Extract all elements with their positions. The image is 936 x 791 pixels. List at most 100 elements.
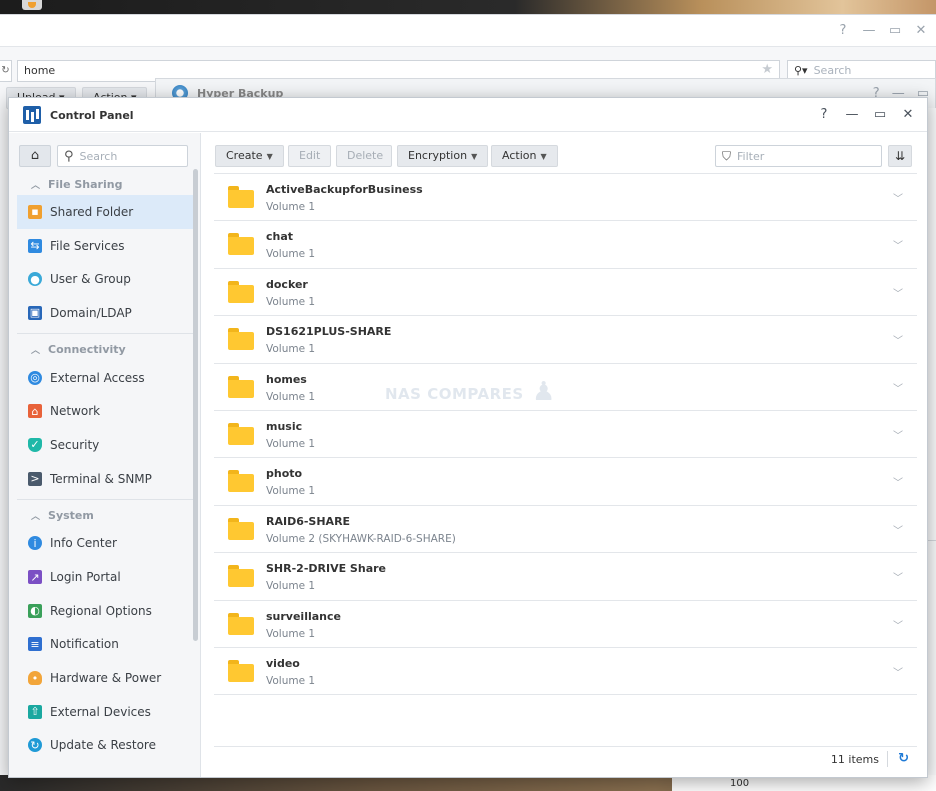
sidebar-item-label: Shared Folder	[50, 204, 134, 219]
sidebar-scrollbar[interactable]	[193, 169, 198, 641]
sidebar-item-label: Notification	[50, 637, 119, 652]
help-icon[interactable]: ?	[836, 23, 850, 38]
sidebar-item-domain-ldap[interactable]: ▣ Domain/LDAP	[17, 296, 193, 330]
list-item[interactable]: ActiveBackupforBusiness Volume 1 ﹀	[214, 174, 917, 222]
folder-volume: Volume 1	[266, 580, 316, 593]
list-item[interactable]: surveillance Volume 1 ﹀	[214, 601, 917, 648]
sidebar-item-label: External Access	[50, 370, 145, 385]
chevron-down-icon[interactable]: ﹀	[893, 332, 903, 347]
sidebar-item-login-portal[interactable]: ↗ Login Portal	[17, 560, 193, 594]
chevron-down-icon[interactable]: ﹀	[893, 617, 903, 632]
edit-button[interactable]: Edit	[288, 145, 331, 167]
folder-name: ActiveBackupforBusiness	[266, 183, 423, 196]
sidebar-item-network[interactable]: ⌂ Network	[17, 394, 193, 428]
path-value: home	[24, 64, 56, 77]
sidebar-search-input[interactable]: ⚲ Search	[57, 145, 188, 167]
close-icon[interactable]: ✕	[914, 23, 928, 38]
list-item[interactable]: docker Volume 1 ﹀	[214, 269, 917, 317]
terminal-icon: >	[28, 471, 42, 486]
folder-name: SHR-2-DRIVE Share	[266, 562, 386, 576]
chevron-down-icon[interactable]: ﹀	[893, 190, 903, 205]
refresh-icon[interactable]: ↻	[898, 751, 909, 766]
sidebar-item-regional-options[interactable]: ◐ Regional Options	[17, 594, 193, 628]
control-panel-titlebar[interactable]: Control Panel ? — ▭ ✕	[9, 98, 927, 132]
item-count: 11 items	[830, 753, 879, 766]
help-icon[interactable]: ?	[817, 107, 831, 122]
refresh-icon[interactable]: ↻	[0, 60, 12, 82]
encryption-button[interactable]: Encryption ▼	[397, 145, 489, 167]
folder-name: video	[266, 656, 300, 670]
sidebar-item-label: File Services	[50, 238, 125, 253]
chevron-down-icon[interactable]: ﹀	[893, 522, 903, 537]
sidebar-item-file-services[interactable]: ⇆ File Services	[17, 229, 193, 263]
sidebar-group-system[interactable]: ︿ System	[17, 505, 193, 527]
user-group-icon: ●	[28, 272, 42, 287]
sidebar-item-label: Login Portal	[50, 570, 121, 585]
chevron-down-icon[interactable]: ﹀	[893, 285, 903, 300]
sidebar-item-label: Update & Restore	[50, 738, 156, 753]
list-item[interactable]: RAID6-SHARE Volume 2 (SKYHAWK-RAID-6-SHA…	[214, 506, 917, 554]
desktop-wallpaper-top	[0, 0, 936, 14]
sidebar-divider	[17, 498, 193, 500]
control-panel-window: Control Panel ? — ▭ ✕ ⌂ ⚲ Search ︿ File …	[8, 97, 928, 778]
sidebar-item-info-center[interactable]: i Info Center	[17, 527, 193, 561]
folder-name: photo	[266, 467, 303, 481]
sidebar-item-external-devices[interactable]: ⇧ External Devices	[17, 695, 193, 729]
chevron-down-icon[interactable]: ﹀	[893, 569, 903, 584]
chevron-down-icon[interactable]: ﹀	[893, 380, 903, 395]
sidebar-item-label: External Devices	[50, 704, 151, 719]
footer-divider	[887, 751, 888, 767]
maximize-icon[interactable]: ▭	[888, 23, 902, 38]
folder-icon	[228, 517, 254, 540]
sidebar-divider	[17, 332, 193, 334]
create-button[interactable]: Create ▼	[215, 145, 284, 167]
delete-button[interactable]: Delete	[336, 145, 392, 167]
sidebar-item-update-restore[interactable]: ↻ Update & Restore	[17, 729, 193, 763]
folder-volume: Volume 1	[266, 295, 316, 308]
sort-button[interactable]: ⇊	[888, 145, 912, 167]
chevron-down-icon[interactable]: ﹀	[893, 427, 903, 442]
security-shield-icon: ✓	[28, 437, 42, 452]
caret-down-icon: ▼	[471, 152, 478, 161]
list-item[interactable]: homes Volume 1 ﹀	[214, 364, 917, 411]
chevron-down-icon[interactable]: ﹀	[893, 474, 903, 489]
chevron-down-icon[interactable]: ﹀	[893, 237, 903, 252]
sidebar-item-user-group[interactable]: ● User & Group	[17, 262, 193, 296]
folder-name: RAID6-SHARE	[266, 514, 351, 528]
info-center-icon: i	[28, 536, 42, 551]
list-item[interactable]: DS1621PLUS-SHARE Volume 1 ﹀	[214, 316, 917, 364]
window-title: Control Panel	[50, 109, 134, 122]
sidebar-item-shared-folder[interactable]: ▪ Shared Folder	[17, 195, 193, 229]
favorite-star-icon[interactable]: ★	[761, 62, 773, 77]
sidebar-item-security[interactable]: ✓ Security	[17, 428, 193, 462]
home-button[interactable]: ⌂	[19, 145, 51, 167]
chevron-down-icon[interactable]: ﹀	[893, 664, 903, 679]
sidebar-item-label: Security	[50, 437, 100, 452]
list-item[interactable]: photo Volume 1 ﹀	[214, 458, 917, 506]
notification-icon: ≡	[28, 637, 42, 652]
folder-volume: Volume 1	[266, 343, 316, 356]
sidebar-item-hardware-power[interactable]: • Hardware & Power	[17, 661, 193, 695]
action-button[interactable]: Action ▼	[491, 145, 558, 167]
list-item[interactable]: SHR-2-DRIVE Share Volume 1 ﹀	[214, 553, 917, 601]
desktop-app-icon[interactable]	[22, 0, 42, 10]
sort-icon: ⇊	[894, 149, 906, 163]
list-item[interactable]: chat Volume 1 ﹀	[214, 221, 917, 269]
sidebar-group-connectivity[interactable]: ︿ Connectivity	[17, 339, 193, 361]
domain-ldap-icon: ▣	[28, 305, 42, 320]
sidebar-item-external-access[interactable]: ◎ External Access	[17, 361, 193, 395]
sidebar-item-terminal-snmp[interactable]: > Terminal & SNMP	[17, 462, 193, 496]
close-icon[interactable]: ✕	[901, 107, 915, 122]
network-icon: ⌂	[28, 404, 42, 419]
background-window-divider	[927, 540, 936, 541]
maximize-icon[interactable]: ▭	[873, 107, 887, 122]
minimize-icon[interactable]: —	[845, 107, 859, 122]
hardware-power-icon: •	[28, 671, 42, 686]
list-item[interactable]: video Volume 1 ﹀	[214, 648, 917, 696]
filter-input[interactable]: ⛉ Filter	[715, 145, 882, 167]
list-item[interactable]: music Volume 1 ﹀	[214, 411, 917, 459]
minimize-icon[interactable]: —	[862, 23, 876, 38]
sidebar-item-notification[interactable]: ≡ Notification	[17, 628, 193, 662]
sidebar-item-label: Terminal & SNMP	[50, 471, 152, 486]
sidebar-group-file-sharing[interactable]: ︿ File Sharing	[17, 173, 193, 195]
